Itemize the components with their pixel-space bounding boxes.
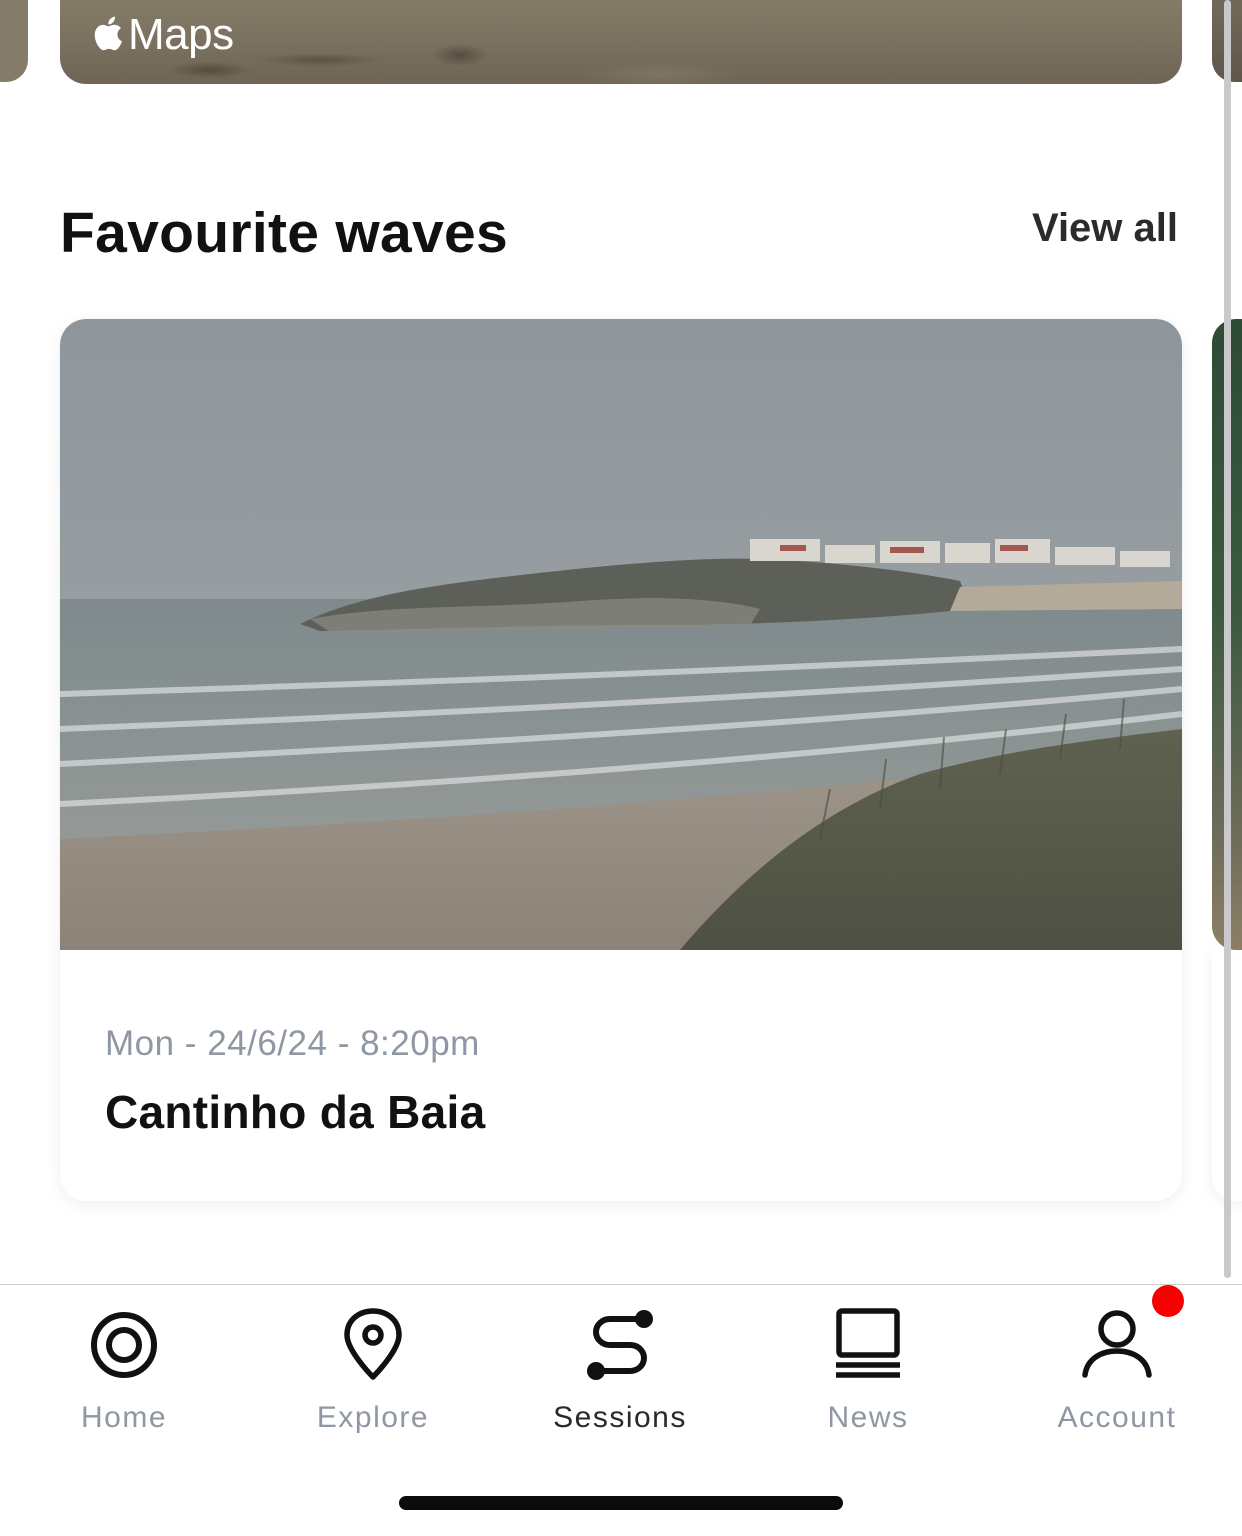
route-icon: [587, 1310, 653, 1380]
apple-logo-icon: [94, 16, 123, 51]
map-pin-icon: [344, 1308, 402, 1380]
view-all-link[interactable]: View all: [1032, 206, 1178, 251]
tab-account[interactable]: Account: [1017, 1307, 1217, 1437]
apple-maps-badge: Maps: [90, 10, 234, 60]
account-notification-badge: [1152, 1285, 1184, 1317]
tab-account-label: Account: [1057, 1401, 1177, 1434]
tab-sessions[interactable]: Sessions: [520, 1307, 720, 1437]
tab-news[interactable]: News: [768, 1307, 968, 1437]
user-icon: [1082, 1310, 1152, 1378]
surf-cam-image: [60, 319, 1182, 950]
home-indicator[interactable]: [399, 1496, 843, 1510]
favourite-wave-card[interactable]: Mon - 24/6/24 - 8:20pm Cantinho da Baia: [60, 319, 1182, 1201]
spot-name: Cantinho da Baia: [105, 1086, 486, 1138]
laptop-icon: [836, 1308, 900, 1378]
tab-news-label: News: [827, 1401, 909, 1434]
scrollbar[interactable]: [1224, 0, 1231, 1278]
tab-explore-label: Explore: [316, 1401, 430, 1434]
tab-home-label: Home: [80, 1401, 168, 1434]
section-title: Favourite waves: [60, 201, 509, 265]
target-icon: [91, 1312, 157, 1378]
tab-sessions-label: Sessions: [553, 1401, 687, 1434]
previous-map-card-peek[interactable]: [0, 0, 28, 82]
session-date: Mon - 24/6/24 - 8:20pm: [105, 1024, 480, 1063]
tab-home[interactable]: Home: [24, 1307, 224, 1437]
map-card[interactable]: Maps: [60, 0, 1182, 84]
maps-badge-text: Maps: [128, 10, 234, 59]
tab-explore[interactable]: Explore: [273, 1307, 473, 1437]
